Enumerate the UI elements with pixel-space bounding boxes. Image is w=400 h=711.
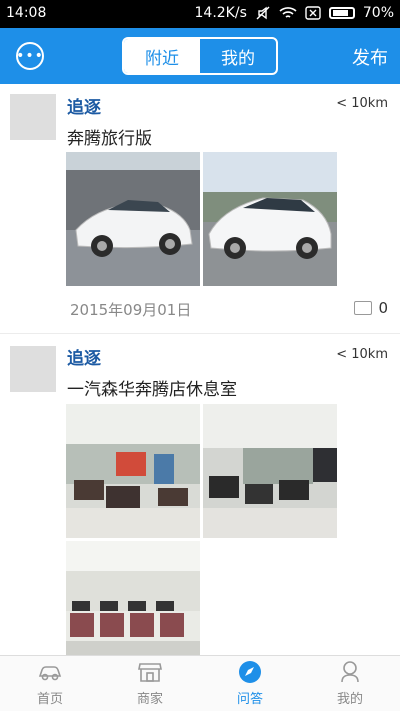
avatar[interactable] xyxy=(10,346,56,392)
post-card[interactable]: 追逐 < 10km 一汽森华奔腾店休息室 xyxy=(0,334,400,655)
post-date: 2015年09月01日 xyxy=(70,301,192,319)
shop-icon xyxy=(137,660,163,684)
tab-label: 商家 xyxy=(136,692,163,707)
post-title: 奔腾旅行版 xyxy=(67,129,152,149)
car-icon xyxy=(37,660,63,684)
mute-icon xyxy=(256,6,270,20)
tab-label: 首页 xyxy=(36,692,63,707)
person-icon xyxy=(337,660,363,684)
post-card[interactable]: 追逐 < 10km 奔腾旅行版 2015年09月01日 0 xyxy=(0,84,400,334)
no-sim-icon xyxy=(305,6,321,20)
network-speed: 14.2K/s xyxy=(194,5,247,21)
avatar[interactable] xyxy=(10,94,56,140)
tab-mine[interactable]: 我的 xyxy=(300,656,400,711)
post-photo[interactable] xyxy=(66,404,200,538)
post-photo[interactable] xyxy=(203,404,337,538)
bottom-tab-bar: 首页 商家 问答 我的 xyxy=(0,655,400,711)
segment-control: 附近 我的 xyxy=(122,37,278,75)
segment-nearby[interactable]: 附近 xyxy=(124,39,200,73)
header-bar: ••• 附近 我的 发布 xyxy=(0,28,400,84)
battery-icon xyxy=(328,7,355,19)
status-bar: 14:08 14.2K/s 70% xyxy=(0,0,400,28)
segment-mine[interactable]: 我的 xyxy=(200,39,276,73)
feed-list[interactable]: 追逐 < 10km 奔腾旅行版 2015年09月01日 0 追逐 < 10km … xyxy=(0,84,400,655)
chat-icon[interactable]: ••• xyxy=(16,42,44,70)
post-title: 一汽森华奔腾店休息室 xyxy=(67,380,237,400)
tab-label: 问答 xyxy=(236,692,263,707)
post-distance: < 10km xyxy=(336,347,388,362)
publish-button[interactable]: 发布 xyxy=(352,44,388,70)
post-username[interactable]: 追逐 xyxy=(67,344,101,369)
comment-count: 0 xyxy=(378,299,388,317)
comment-button[interactable]: 0 xyxy=(354,299,388,317)
post-distance: < 10km xyxy=(336,96,388,111)
wifi-icon xyxy=(279,7,297,18)
post-photo[interactable] xyxy=(203,152,337,286)
tab-qa[interactable]: 问答 xyxy=(200,656,300,711)
battery-level: 70% xyxy=(362,5,394,21)
post-photo[interactable] xyxy=(66,541,200,655)
compass-icon xyxy=(237,660,263,684)
tab-home[interactable]: 首页 xyxy=(0,656,100,711)
post-username[interactable]: 追逐 xyxy=(67,93,101,118)
tab-merchants[interactable]: 商家 xyxy=(100,656,200,711)
clock: 14:08 xyxy=(6,5,47,21)
comment-icon xyxy=(354,301,373,315)
tab-label: 我的 xyxy=(336,692,363,707)
post-photo[interactable] xyxy=(66,152,200,286)
